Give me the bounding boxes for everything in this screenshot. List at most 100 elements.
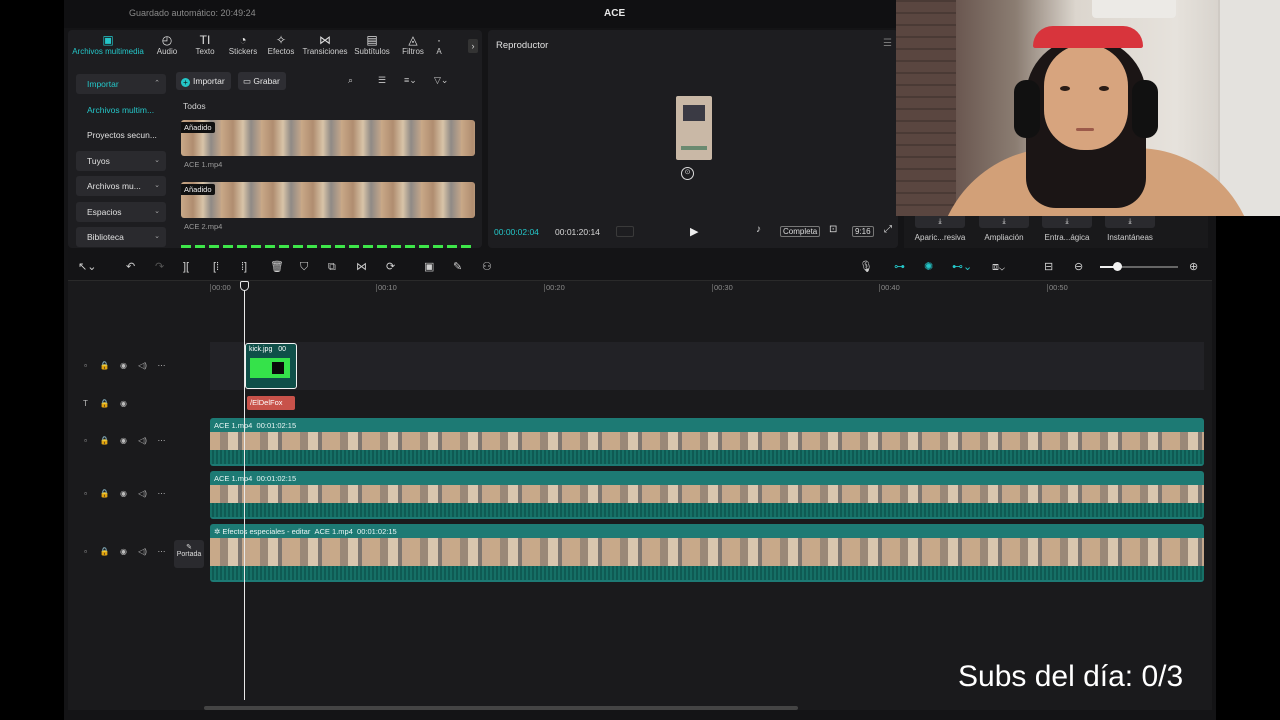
timecode-format-icon[interactable] bbox=[616, 226, 634, 237]
effect-item[interactable]: ⤓ Entra...ágica bbox=[1037, 216, 1097, 248]
magnet-icon[interactable]: ✺ bbox=[924, 261, 933, 273]
track-select-icon[interactable]: ▫ bbox=[76, 547, 95, 556]
play-icon[interactable]: ▶ bbox=[690, 225, 698, 238]
sidebar-item-archivos-multimedia[interactable]: Archivos multim... bbox=[76, 100, 166, 120]
video-clip[interactable]: ACE 1.mp4 00:01:02:15 bbox=[210, 418, 1204, 466]
select-tool-icon[interactable]: ↖⌄ bbox=[78, 261, 96, 273]
tab-stickers[interactable]: ◔ Stickers bbox=[224, 30, 262, 62]
tab-efectos[interactable]: ✧ Efectos bbox=[262, 30, 300, 62]
tab-audio[interactable]: ◴ Audio bbox=[148, 30, 186, 62]
effect-item[interactable]: ⤓ Aparic...resiva bbox=[910, 216, 970, 248]
trim-left-icon[interactable]: [⁞ bbox=[213, 261, 219, 273]
person-icon[interactable]: ⚇ bbox=[482, 261, 492, 273]
track-select-icon[interactable]: ▫ bbox=[76, 489, 95, 498]
menu-icon[interactable]: ☰ bbox=[883, 38, 892, 49]
magic-wand-icon[interactable]: ✎ bbox=[453, 261, 462, 273]
webcam-overlay bbox=[896, 0, 1280, 216]
zoom-slider-handle[interactable] bbox=[1113, 262, 1122, 271]
more-icon[interactable]: ⋯ bbox=[152, 436, 171, 445]
eye-icon[interactable]: ◉ bbox=[114, 399, 133, 408]
tab-archivos-multimedia[interactable]: ▣ Archivos multimedia bbox=[68, 30, 148, 62]
search-icon[interactable]: ⌕ bbox=[348, 75, 353, 86]
preview-axis-icon[interactable]: ⧈⌄ bbox=[992, 261, 1005, 273]
mirror-icon[interactable]: ⋈ bbox=[356, 261, 367, 273]
horizontal-scrollbar[interactable] bbox=[204, 706, 798, 710]
lock-icon[interactable]: 🔒 bbox=[95, 436, 114, 445]
track-select-icon[interactable]: ▫ bbox=[76, 361, 95, 370]
overlay-track[interactable] bbox=[210, 342, 1204, 390]
green-screen-clip-preview[interactable] bbox=[181, 245, 475, 248]
trim-right-icon[interactable]: ⁞] bbox=[241, 261, 247, 273]
fullscreen-icon[interactable]: ⤢ bbox=[884, 224, 892, 235]
media-clip-thumb[interactable]: Añadido bbox=[181, 120, 475, 156]
grid-view-icon[interactable]: ☰ bbox=[378, 75, 386, 86]
speaker-icon[interactable]: ◁) bbox=[133, 547, 152, 556]
sidebar-item-biblioteca[interactable]: Biblioteca ⌄ bbox=[76, 227, 166, 247]
eye-icon[interactable]: ◉ bbox=[114, 436, 133, 445]
sidebar-item-tuyos[interactable]: Tuyos ⌄ bbox=[76, 150, 166, 171]
speaker-icon[interactable]: ◁) bbox=[133, 361, 152, 370]
track-select-icon[interactable]: ▫ bbox=[76, 436, 95, 445]
zoom-out-icon[interactable]: ⊖ bbox=[1074, 261, 1083, 273]
more-icon[interactable]: ⋯ bbox=[152, 547, 171, 556]
hd-icon[interactable]: ▣ bbox=[424, 261, 434, 273]
aspect-ratio-button[interactable]: 9:16 bbox=[852, 226, 874, 237]
fit-icon[interactable]: ⊟ bbox=[1044, 261, 1053, 273]
rotate-icon[interactable]: ⟳ bbox=[386, 261, 395, 273]
screenshot-icon[interactable]: ⊡ bbox=[829, 224, 837, 235]
lock-icon[interactable]: 🔒 bbox=[95, 361, 114, 370]
crop-icon[interactable]: ⧉ bbox=[328, 261, 336, 273]
zoom-in-icon[interactable]: ⊕ bbox=[1189, 261, 1198, 273]
chevron-right-icon[interactable]: › bbox=[468, 39, 478, 53]
tab-filtros[interactable]: ◬ Filtros bbox=[394, 30, 432, 62]
eye-icon[interactable]: ◉ bbox=[114, 361, 133, 370]
filter-icon[interactable]: ▽⌄ bbox=[434, 75, 448, 86]
import-button[interactable]: + Importar bbox=[176, 72, 231, 90]
undo-icon[interactable]: ↶ bbox=[126, 261, 135, 273]
tab-texto[interactable]: TI Texto bbox=[186, 30, 224, 62]
link-icon[interactable]: ⊶ bbox=[894, 261, 905, 273]
text-clip[interactable]: /ElDelFox bbox=[247, 396, 295, 410]
sidebar-item-espacios[interactable]: Espacios ⌄ bbox=[76, 201, 166, 222]
eye-icon[interactable]: ◉ bbox=[114, 547, 133, 556]
redo-icon[interactable]: ↷ bbox=[155, 261, 164, 273]
split-icon[interactable]: ][ bbox=[183, 261, 189, 273]
delete-icon[interactable]: 🗑 bbox=[270, 261, 284, 273]
track-controls: T 🔒 ◉ bbox=[76, 399, 133, 408]
video-clip[interactable]: ACE 1.mp4 00:01:02:15 bbox=[210, 471, 1204, 519]
playhead-handle[interactable] bbox=[240, 281, 249, 291]
lock-icon[interactable]: 🔒 bbox=[95, 489, 114, 498]
main-video-clip[interactable]: ✲ Efectos especiales - editar ACE 1.mp4 … bbox=[210, 524, 1204, 582]
lock-icon[interactable]: 🔒 bbox=[95, 547, 114, 556]
record-button[interactable]: ▭ Grabar bbox=[238, 72, 286, 90]
sidebar-item-proyectos-secundarios[interactable]: Proyectos secun... bbox=[76, 125, 166, 145]
more-icon[interactable]: ⋯ bbox=[152, 361, 171, 370]
quality-button[interactable]: Completa bbox=[780, 226, 821, 237]
tab-more[interactable]: · A bbox=[432, 30, 446, 62]
sticker-clip[interactable]: kick.jpg 00 bbox=[245, 343, 297, 389]
effect-item[interactable]: ⤓ Ampliación bbox=[974, 216, 1034, 248]
speaker-icon[interactable]: ◁) bbox=[133, 436, 152, 445]
speaker-icon[interactable]: ◁) bbox=[133, 489, 152, 498]
chevron-down-icon: ⌄ bbox=[154, 233, 160, 240]
sort-icon[interactable]: ≡⌄ bbox=[404, 75, 417, 86]
sidebar-item-importar[interactable]: Importar ⌃ bbox=[76, 74, 166, 94]
shield-icon[interactable]: ⛉ bbox=[300, 261, 308, 273]
tab-subtitulos[interactable]: ▤ Subtítulos bbox=[350, 30, 394, 62]
playhead[interactable] bbox=[244, 286, 245, 700]
tiktok-icon[interactable]: ♪ bbox=[756, 224, 761, 235]
snap-icon[interactable]: ⊷⌄ bbox=[952, 261, 972, 273]
filter-all-label[interactable]: Todos bbox=[183, 101, 206, 111]
sidebar-item-archivos-mu[interactable]: Archivos mu... ⌄ bbox=[76, 176, 166, 196]
cover-button[interactable]: ✎ Portada bbox=[174, 540, 204, 568]
microphone-icon[interactable]: 🎙 bbox=[859, 261, 873, 273]
more-icon[interactable]: ⋯ bbox=[152, 489, 171, 498]
eye-icon[interactable]: ◉ bbox=[114, 489, 133, 498]
lock-icon[interactable]: 🔒 bbox=[95, 399, 114, 408]
tab-transiciones[interactable]: ⋈ Transiciones bbox=[300, 30, 350, 62]
subs-overlay-text: Subs del día: 0/3 bbox=[958, 660, 1184, 693]
video-preview[interactable] bbox=[676, 96, 712, 160]
effect-item[interactable]: ⤓ Instantáneas bbox=[1100, 216, 1160, 248]
media-clip-thumb[interactable]: Añadido bbox=[181, 182, 475, 218]
media-sidebar: Importar ⌃ Archivos multim... Proyectos s… bbox=[76, 74, 166, 253]
